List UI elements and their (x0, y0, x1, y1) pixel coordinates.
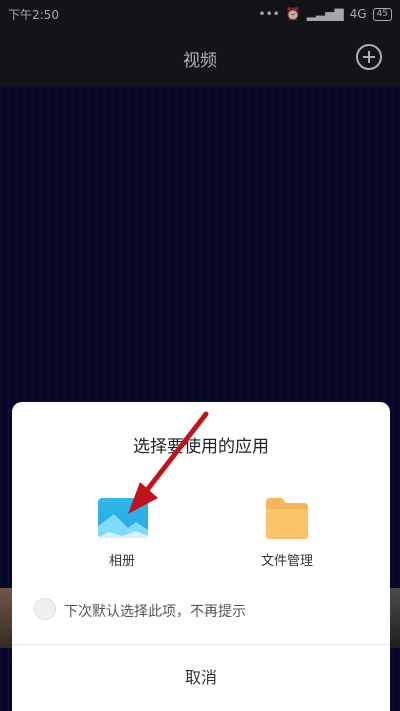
divider (12, 644, 390, 645)
app-option-album-label: 相册 (108, 554, 135, 569)
app-option-file-manager-label: 文件管理 (260, 554, 313, 569)
photo-album-icon (98, 498, 148, 538)
folder-icon (264, 496, 310, 540)
cancel-button[interactable]: 取消 (12, 664, 390, 688)
remember-choice-label: 下次默认选择此项，不再提示 (64, 604, 246, 620)
sheet-title: 选择要使用的应用 (133, 437, 269, 457)
remember-choice-checkbox[interactable] (34, 598, 56, 620)
app-chooser-sheet: 选择要使用的应用 相册 文件管理 下次默认选择此项，不再提示 取消 (12, 402, 390, 711)
